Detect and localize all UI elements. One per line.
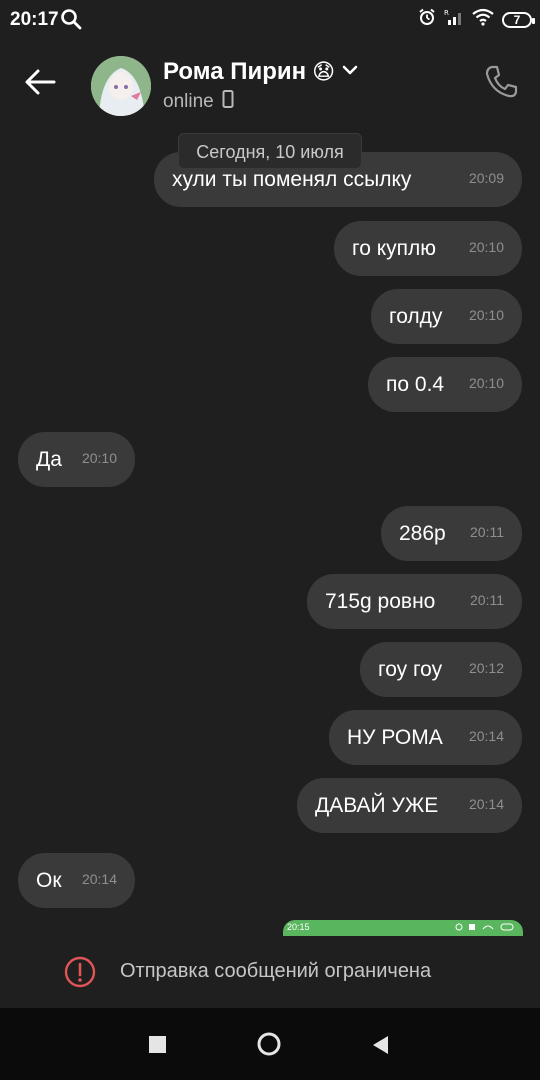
message-bubble-outgoing[interactable]: НУ РОМА 20:14 bbox=[329, 710, 522, 765]
message-bubble-incoming[interactable]: Да 20:10 bbox=[18, 432, 135, 487]
message-text: НУ РОМА bbox=[347, 726, 443, 749]
message-time: 20:10 bbox=[468, 307, 504, 323]
message-text: Да bbox=[36, 448, 62, 471]
alarm-icon bbox=[418, 8, 436, 31]
restriction-notice: Отправка сообщений ограничена bbox=[0, 936, 540, 1008]
warning-icon bbox=[64, 956, 96, 993]
message-text: 715g ровно bbox=[325, 590, 436, 613]
contact-status: online bbox=[163, 90, 214, 112]
message-text: го куплю bbox=[352, 237, 437, 260]
message-text: ДАВАЙ УЖЕ bbox=[315, 794, 439, 817]
chat-header: Рома Пирин 😧 online bbox=[0, 40, 540, 126]
message-text: голду bbox=[389, 305, 443, 328]
preview-status-time: 20:15 bbox=[287, 922, 310, 932]
message-bubble-outgoing[interactable]: ДАВАЙ УЖЕ 20:14 bbox=[297, 778, 522, 833]
nav-back-icon[interactable] bbox=[370, 1034, 390, 1061]
message-text: 286р bbox=[399, 522, 446, 545]
message-bubble-outgoing[interactable]: гоу гоу 20:12 bbox=[360, 642, 522, 697]
message-bubble-outgoing[interactable]: голду 20:10 bbox=[371, 289, 522, 344]
mobile-icon bbox=[222, 90, 234, 113]
message-time: 20:11 bbox=[470, 592, 504, 608]
message-bubble-outgoing[interactable]: го куплю 20:10 bbox=[334, 221, 522, 276]
status-bar: 20:17 R 7 bbox=[0, 0, 540, 40]
message-bubble-outgoing[interactable]: по 0.4 20:10 bbox=[368, 357, 522, 412]
contact-status-row: online bbox=[163, 90, 234, 113]
status-icons: R 7 bbox=[418, 8, 535, 31]
search-icon bbox=[60, 8, 82, 35]
message-list[interactable]: хули ты поменял ссылку 20:09 го куплю 20… bbox=[0, 126, 540, 936]
battery-icon: 7 bbox=[502, 11, 535, 28]
contact-name[interactable]: Рома Пирин bbox=[163, 58, 306, 86]
wifi-icon bbox=[472, 8, 494, 31]
svg-text:R: R bbox=[444, 9, 449, 17]
contact-name-row[interactable]: Рома Пирин 😧 bbox=[163, 58, 359, 86]
phone-icon[interactable] bbox=[484, 64, 518, 105]
message-bubble-outgoing[interactable]: 286р 20:11 bbox=[381, 506, 522, 561]
system-nav-bar bbox=[0, 1008, 540, 1080]
date-divider: Сегодня, 10 июля bbox=[178, 133, 362, 169]
avatar[interactable] bbox=[91, 56, 151, 116]
message-time: 20:11 bbox=[470, 524, 504, 540]
message-time: 20:09 bbox=[468, 170, 504, 186]
message-bubble-outgoing[interactable]: 715g ровно 20:11 bbox=[307, 574, 522, 629]
chevron-down-icon[interactable] bbox=[341, 63, 359, 82]
message-time: 20:14 bbox=[468, 728, 504, 744]
emoji-status-icon: 😧 bbox=[312, 59, 336, 84]
message-time: 20:10 bbox=[468, 239, 504, 255]
recent-apps-icon[interactable] bbox=[149, 1036, 166, 1053]
preview-status-icons bbox=[455, 922, 515, 934]
message-bubble-incoming[interactable]: Ок 20:14 bbox=[18, 853, 135, 908]
message-text: по 0.4 bbox=[386, 373, 445, 396]
message-text: гоу гоу bbox=[378, 658, 443, 681]
back-arrow-icon[interactable] bbox=[22, 64, 58, 105]
battery-level: 7 bbox=[513, 12, 521, 27]
message-time: 20:14 bbox=[468, 796, 504, 812]
message-time: 20:12 bbox=[468, 660, 504, 676]
message-time: 20:14 bbox=[81, 871, 117, 887]
home-icon[interactable] bbox=[257, 1032, 281, 1056]
restriction-text: Отправка сообщений ограничена bbox=[120, 960, 432, 982]
signal-icon: R bbox=[444, 8, 464, 31]
message-time: 20:10 bbox=[81, 450, 117, 466]
status-time: 20:17 bbox=[10, 9, 59, 30]
message-time: 20:10 bbox=[468, 375, 504, 391]
message-text: Ок bbox=[36, 869, 62, 892]
